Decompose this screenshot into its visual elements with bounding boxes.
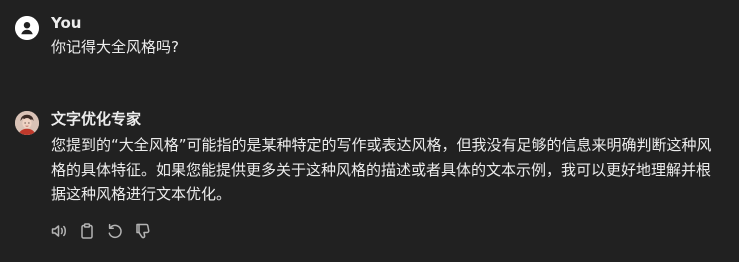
- chat-thread: You 你记得大全风格吗? 文字优化专家 您提到的“大全风格”可能指的是某种特定…: [0, 0, 739, 262]
- clipboard-icon: [81, 223, 93, 239]
- user-avatar-icon: [15, 16, 39, 40]
- assistant-message-text: 您提到的“大全风格”可能指的是某种特定的写作或表达风格，但我没有足够的信息来明确…: [51, 136, 712, 203]
- regenerate-button[interactable]: [106, 222, 124, 240]
- thumbs-down-button[interactable]: [134, 222, 152, 240]
- speaker-icon: [51, 225, 66, 237]
- read-aloud-button[interactable]: [50, 222, 68, 240]
- copy-button[interactable]: [78, 222, 96, 240]
- user-message-text: 你记得大全风格吗?: [51, 38, 179, 56]
- message-actions: [50, 222, 152, 240]
- user-author-name: You: [51, 14, 82, 32]
- assistant-avatar: [15, 111, 39, 135]
- thumbs-down-icon: [136, 223, 150, 239]
- regenerate-icon: [108, 223, 122, 239]
- assistant-author-name: 文字优化专家: [51, 110, 142, 128]
